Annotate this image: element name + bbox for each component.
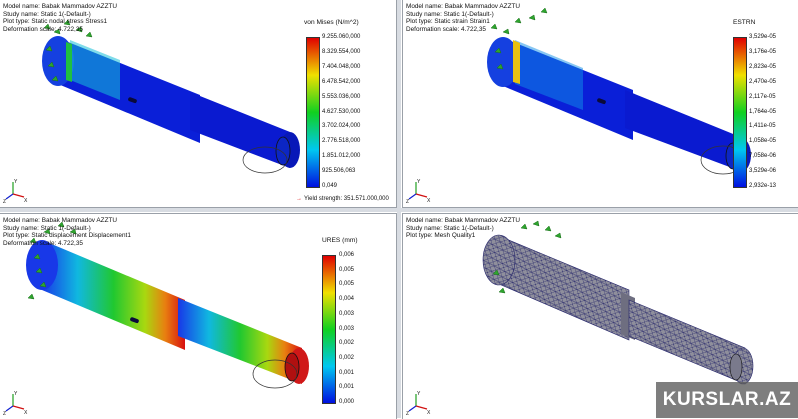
legend-tick: 0,006 — [339, 252, 355, 258]
triad-y-label: Y — [14, 391, 18, 397]
legend-tick: 3,176e-05 — [749, 48, 777, 55]
plot-type: Plot type: Static nodal stress Stress1 — [3, 18, 108, 26]
legend-tick: 5.553.036,000 — [322, 93, 361, 100]
watermark-logo: KURSLAR.AZ — [656, 382, 798, 418]
legend-tick: 0,002 — [339, 340, 355, 347]
legend-tick: 0,000 — [339, 399, 355, 405]
viewport-displacement[interactable]: Model name: Babak Mammadov AZZTU Study n… — [0, 213, 397, 419]
legend-tick: 2,823e-05 — [749, 63, 777, 70]
legend-tick: 925.506,063 — [322, 168, 356, 175]
triad-y-label: Y — [417, 179, 421, 185]
viewport-stress[interactable]: Model name: Babak Mammadov AZZTU Study n… — [0, 0, 397, 208]
legend-tick: 4.627.530,000 — [322, 108, 361, 115]
study-name: Study name: Static 1(-Default-) — [3, 224, 91, 232]
triad-z-label: Z — [3, 199, 6, 203]
legend-tick: 3,529e-06 — [749, 168, 777, 175]
legend-tick: 2,117e-05 — [749, 93, 776, 100]
plot-type: Plot type: Mesh Quality1 — [406, 232, 476, 240]
triad-z-label: Z — [3, 411, 6, 415]
legend-tick: 1,764e-05 — [749, 108, 777, 115]
legend-tick: 0,004 — [339, 296, 355, 303]
triad-x-label: X — [24, 198, 28, 203]
legend-tick: 9.255.060,000 — [322, 34, 361, 40]
legend-tick: 7,058e-06 — [749, 153, 777, 160]
legend-tick: 0,005 — [339, 281, 355, 288]
yield-strength: → Yield strength: 351.571.000,000 — [296, 196, 389, 202]
legend-tick: 1.851.012,000 — [322, 153, 361, 160]
legend-title: von Mises (N/m^2) — [304, 19, 359, 26]
legend-tick: 0,001 — [339, 369, 355, 376]
axis-triad-icon: Y X Z — [406, 179, 431, 203]
legend-tick: 0,003 — [339, 325, 355, 332]
axis-triad-icon: Y X Z — [3, 391, 28, 415]
legend-tick: 1,058e-05 — [749, 138, 777, 145]
plot-info: Model name: Babak Mammadov AZZTU Study n… — [406, 217, 520, 240]
plot-type: Plot type: Static displacement Displacem… — [3, 232, 131, 240]
legend-tick: 0,049 — [322, 183, 338, 189]
viewport-splitter-horizontal[interactable] — [0, 208, 798, 212]
model-name: Model name: Babak Mammadov AZZTU — [406, 217, 521, 224]
axis-triad-icon: Y X Z — [3, 179, 28, 203]
deformation-scale: Deformation scale: 4.722,35 — [3, 239, 83, 247]
plot-info: Model name: Babak Mammadov AZZTU Study n… — [3, 3, 117, 33]
triad-y-label: Y — [14, 179, 18, 185]
legend-tick: 2,470e-05 — [749, 78, 777, 85]
axis-triad-icon: Y X Z — [406, 391, 431, 415]
triad-x-label: X — [427, 410, 431, 415]
study-name: Study name: Static 1(-Default-) — [406, 224, 494, 232]
legend-tick: 8.329.554,000 — [322, 48, 361, 55]
legend-tick: 0,003 — [339, 310, 355, 317]
yield-strength-value: Yield strength: 351.571.000,000 — [304, 196, 389, 202]
legend-tick: 3.702.024,000 — [322, 123, 361, 130]
study-name: Study name: Static 1(-Default-) — [406, 10, 494, 18]
legend-tick: 7.404.048,000 — [322, 63, 361, 70]
legend-tick: 0,002 — [339, 354, 355, 361]
legend-tick: 1,411e-05 — [749, 123, 776, 130]
plot-type: Plot type: Static strain Strain1 — [406, 18, 490, 26]
plot-info: Model name: Babak Mammadov AZZTU Study n… — [3, 217, 131, 247]
triad-x-label: X — [427, 198, 431, 203]
study-name: Study name: Static 1(-Default-) — [3, 10, 91, 18]
legend-tick: 6.478.542,000 — [322, 78, 361, 85]
legend-tick: 3,529e-05 — [749, 34, 777, 40]
legend-tick: 2.776.518,000 — [322, 138, 361, 145]
viewport-strain[interactable]: Model name: Babak Mammadov AZZTU Study n… — [402, 0, 798, 208]
triad-y-label: Y — [417, 391, 421, 397]
legend-tick: 2,932e-13 — [749, 183, 777, 189]
yield-arrow-icon: → — [296, 196, 302, 202]
color-scale-bar — [306, 37, 320, 188]
triad-z-label: Z — [406, 411, 409, 415]
triad-z-label: Z — [406, 199, 409, 203]
legend-tick: 0,005 — [339, 266, 355, 273]
model-name: Model name: Babak Mammadov AZZTU — [406, 3, 521, 10]
legend-tick: 0,001 — [339, 384, 355, 391]
color-scale-bar — [322, 255, 336, 404]
model-name: Model name: Babak Mammadov AZZTU — [3, 3, 118, 10]
color-scale-bar — [733, 37, 747, 188]
triad-x-label: X — [24, 410, 28, 415]
legend-title: ESTRN — [733, 19, 756, 26]
deformation-scale: Deformation scale: 4.722,35 — [3, 25, 83, 33]
model-name: Model name: Babak Mammadov AZZTU — [3, 217, 118, 224]
plot-info: Model name: Babak Mammadov AZZTU Study n… — [406, 3, 520, 33]
deformation-scale: Deformation scale: 4.722,35 — [406, 25, 486, 33]
legend-title: URES (mm) — [322, 237, 358, 244]
